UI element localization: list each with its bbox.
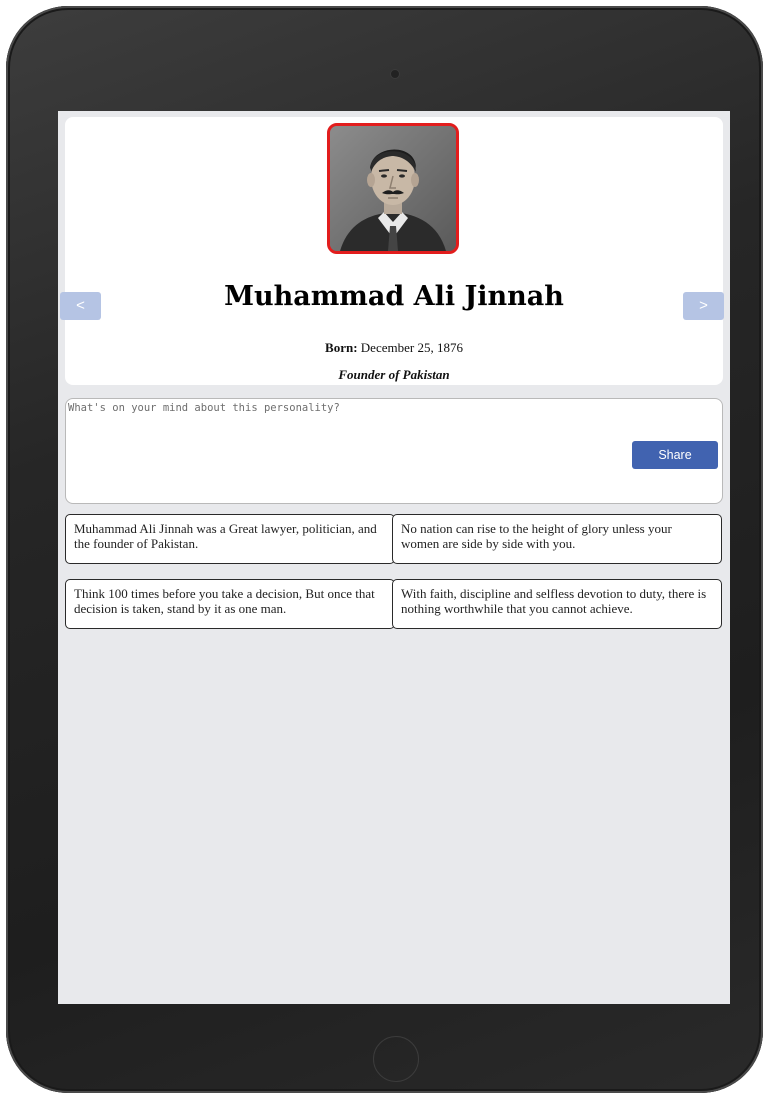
born-line: Born: December 25, 1876 bbox=[65, 340, 723, 356]
person-title: Founder of Pakistan bbox=[338, 367, 450, 382]
born-date: December 25, 1876 bbox=[360, 340, 463, 355]
profile-photo bbox=[327, 123, 459, 254]
quote-card: Muhammad Ali Jinnah was a Great lawyer, … bbox=[65, 514, 395, 564]
app-screen: Muhammad Ali Jinnah Born: December 25, 1… bbox=[58, 111, 730, 1004]
quote-card: Think 100 times before you take a decisi… bbox=[65, 579, 395, 629]
previous-button[interactable]: < bbox=[60, 292, 101, 320]
quote-card: With faith, discipline and selfless devo… bbox=[392, 579, 722, 629]
thought-input[interactable] bbox=[68, 402, 708, 442]
quote-card: No nation can rise to the height of glor… bbox=[392, 514, 722, 564]
portrait-photo-icon bbox=[330, 126, 456, 251]
profile-card: Muhammad Ali Jinnah Born: December 25, 1… bbox=[65, 117, 723, 385]
camera-icon bbox=[390, 69, 400, 79]
post-composer: Share bbox=[65, 398, 723, 504]
tablet-frame: Muhammad Ali Jinnah Born: December 25, 1… bbox=[6, 6, 763, 1093]
person-name: Muhammad Ali Jinnah bbox=[224, 281, 564, 312]
next-button[interactable]: > bbox=[683, 292, 724, 320]
share-button[interactable]: Share bbox=[632, 441, 718, 469]
born-label: Born: bbox=[325, 340, 358, 355]
home-button[interactable] bbox=[373, 1036, 419, 1082]
